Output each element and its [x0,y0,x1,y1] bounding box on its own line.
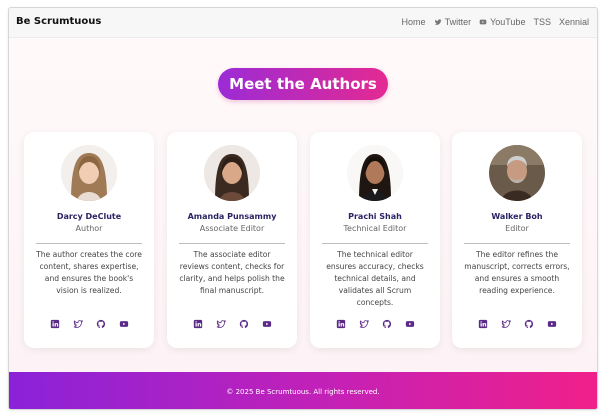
divider [179,243,285,244]
avatar-photo [347,145,403,201]
twitter-icon[interactable] [359,319,369,329]
social-links [24,319,154,329]
author-role: Author [75,224,103,233]
avatar [489,145,545,201]
linkedin-icon[interactable] [336,319,346,329]
author-description: The author creates the core content, sha… [36,250,142,295]
youtube-icon [479,19,487,25]
divider [464,243,570,244]
twitter-icon [434,19,442,25]
linkedin-icon[interactable] [50,319,60,329]
nav-links: Home Twitter YouTube TSS Xennial [402,17,589,27]
author-name: Darcy DeClute [56,212,122,221]
youtube-icon[interactable] [262,319,272,329]
youtube-icon[interactable] [119,319,129,329]
author-role: Associate Editor [199,224,265,233]
nav-link-xennial[interactable]: Xennial [559,17,589,27]
author-card: Walker Boh Editor The editor refines the… [452,132,582,348]
brand-logo[interactable]: Be Scrumtuous [16,16,101,27]
page-title: Meet the Authors [218,68,388,100]
nav-link-label: Home [401,17,426,27]
author-card: Darcy DeClute Author The author creates … [24,132,154,348]
twitter-icon[interactable] [73,319,83,329]
author-description: The technical editor ensures accuracy, c… [326,250,424,307]
avatar-photo [61,145,117,201]
author-name: Amanda Punsammy [187,212,277,221]
linkedin-icon[interactable] [478,319,488,329]
avatar [61,145,117,201]
nav-link-youtube[interactable]: YouTube [479,17,525,27]
nav-link-home[interactable]: Home [402,17,426,27]
divider [322,243,428,244]
avatar-photo [204,145,260,201]
author-role: Technical Editor [343,224,407,233]
author-card: Prachi Shah Technical Editor The technic… [310,132,440,348]
copyright-text: © 2025 Be Scrumtuous. All rights reserve… [226,387,380,396]
navbar: Be Scrumtuous Home Twitter YouTube TSS X… [9,8,597,38]
github-icon[interactable] [239,319,249,329]
author-description: The editor refines the manuscript, corre… [464,250,570,295]
social-links [167,319,297,329]
social-links [452,319,582,329]
github-icon[interactable] [382,319,392,329]
author-description: The associate editor reviews content, ch… [179,250,285,295]
nav-link-tss[interactable]: TSS [533,17,551,27]
github-icon[interactable] [96,319,106,329]
author-name: Walker Boh [491,212,543,221]
linkedin-icon[interactable] [193,319,203,329]
author-name: Prachi Shah [348,212,402,221]
footer: © 2025 Be Scrumtuous. All rights reserve… [9,372,597,409]
nav-link-label: TSS [533,17,551,27]
nav-link-twitter[interactable]: Twitter [434,17,472,27]
youtube-icon[interactable] [547,319,557,329]
youtube-icon[interactable] [405,319,415,329]
browser-page: Be Scrumtuous Home Twitter YouTube TSS X… [8,7,598,410]
nav-link-label: Xennial [558,17,589,27]
twitter-icon[interactable] [216,319,226,329]
social-links [310,319,440,329]
divider [36,243,142,244]
nav-link-label: YouTube [490,17,526,27]
author-role: Editor [505,224,529,233]
avatar [204,145,260,201]
twitter-icon[interactable] [501,319,511,329]
nav-link-label: Twitter [444,17,472,27]
author-card: Amanda Punsammy Associate Editor The ass… [167,132,297,348]
avatar-photo [489,145,545,201]
avatar [347,145,403,201]
github-icon[interactable] [524,319,534,329]
